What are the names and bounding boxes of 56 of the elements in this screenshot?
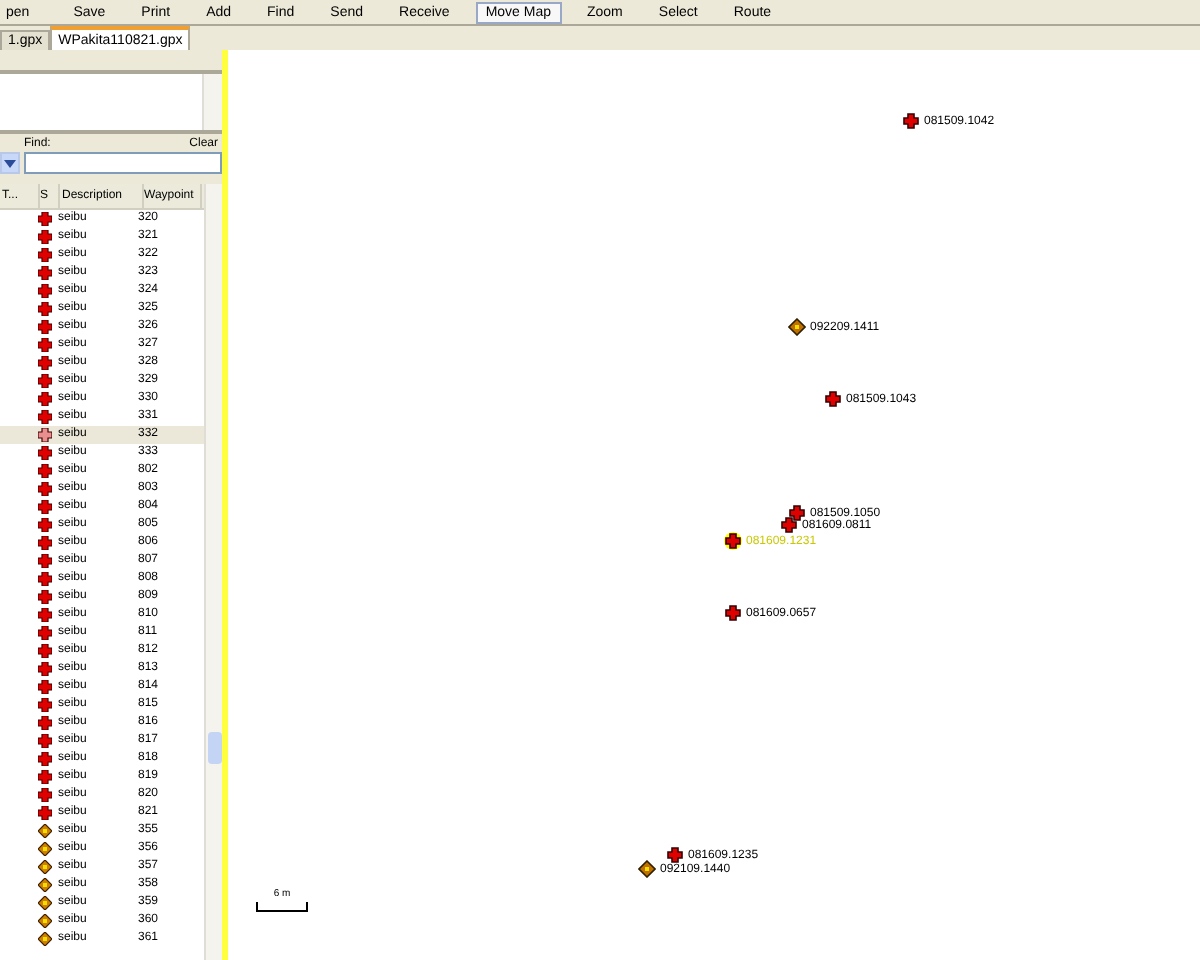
cross-icon	[38, 572, 52, 586]
cross-icon	[38, 662, 52, 676]
cross-icon	[38, 788, 52, 802]
cross-icon	[38, 500, 52, 514]
cross-icon	[38, 608, 52, 622]
diamond-icon	[38, 824, 52, 838]
notes-field[interactable]	[0, 70, 222, 134]
cross-icon[interactable]	[724, 604, 742, 622]
diamond-icon	[38, 842, 52, 856]
cross-icon	[38, 680, 52, 694]
cross-icon	[38, 374, 52, 388]
cross-icon	[38, 212, 52, 226]
cross-icon	[38, 284, 52, 298]
find-field[interactable]	[24, 152, 222, 174]
caret-icon	[4, 159, 16, 167]
cross-icon	[38, 266, 52, 280]
cross-icon	[38, 320, 52, 334]
cross-icon[interactable]	[902, 112, 920, 130]
cross-icon	[38, 626, 52, 640]
cross-icon	[38, 410, 52, 424]
cross-icon	[38, 536, 52, 550]
diamond-icon[interactable]	[638, 860, 656, 878]
cross-icon	[38, 392, 52, 406]
cross-icon	[38, 356, 52, 370]
diamond-icon[interactable]	[788, 318, 806, 336]
diamond-icon	[38, 932, 52, 946]
cross-icon	[38, 554, 52, 568]
cross-icon	[38, 806, 52, 820]
cross-icon	[38, 770, 52, 784]
cross-icon	[38, 230, 52, 244]
diamond-icon	[38, 914, 52, 928]
cross-icon	[38, 644, 52, 658]
cross-icon	[38, 482, 52, 496]
cross-icon[interactable]	[788, 504, 806, 522]
dropdown-button[interactable]	[0, 152, 20, 174]
cross-icon	[38, 590, 52, 604]
cross-icon[interactable]	[724, 532, 742, 550]
cross-icon	[38, 698, 52, 712]
cross-icon[interactable]	[780, 516, 798, 534]
cross-icon[interactable]	[824, 390, 842, 408]
cross-icon	[38, 464, 52, 478]
cross-icon	[38, 338, 52, 352]
cross-icon	[38, 446, 52, 460]
diamond-icon	[38, 878, 52, 892]
cross-icon	[38, 752, 52, 766]
cross-icon	[38, 428, 52, 442]
cross-icon	[38, 518, 52, 532]
scrollbar[interactable]	[202, 74, 222, 130]
cross-icon	[38, 302, 52, 316]
cross-icon	[38, 248, 52, 262]
cross-icon[interactable]	[666, 846, 684, 864]
cross-icon	[38, 716, 52, 730]
scrollbar[interactable]	[204, 184, 222, 960]
cross-icon	[38, 734, 52, 748]
diamond-icon	[38, 896, 52, 910]
diamond-icon	[38, 860, 52, 874]
